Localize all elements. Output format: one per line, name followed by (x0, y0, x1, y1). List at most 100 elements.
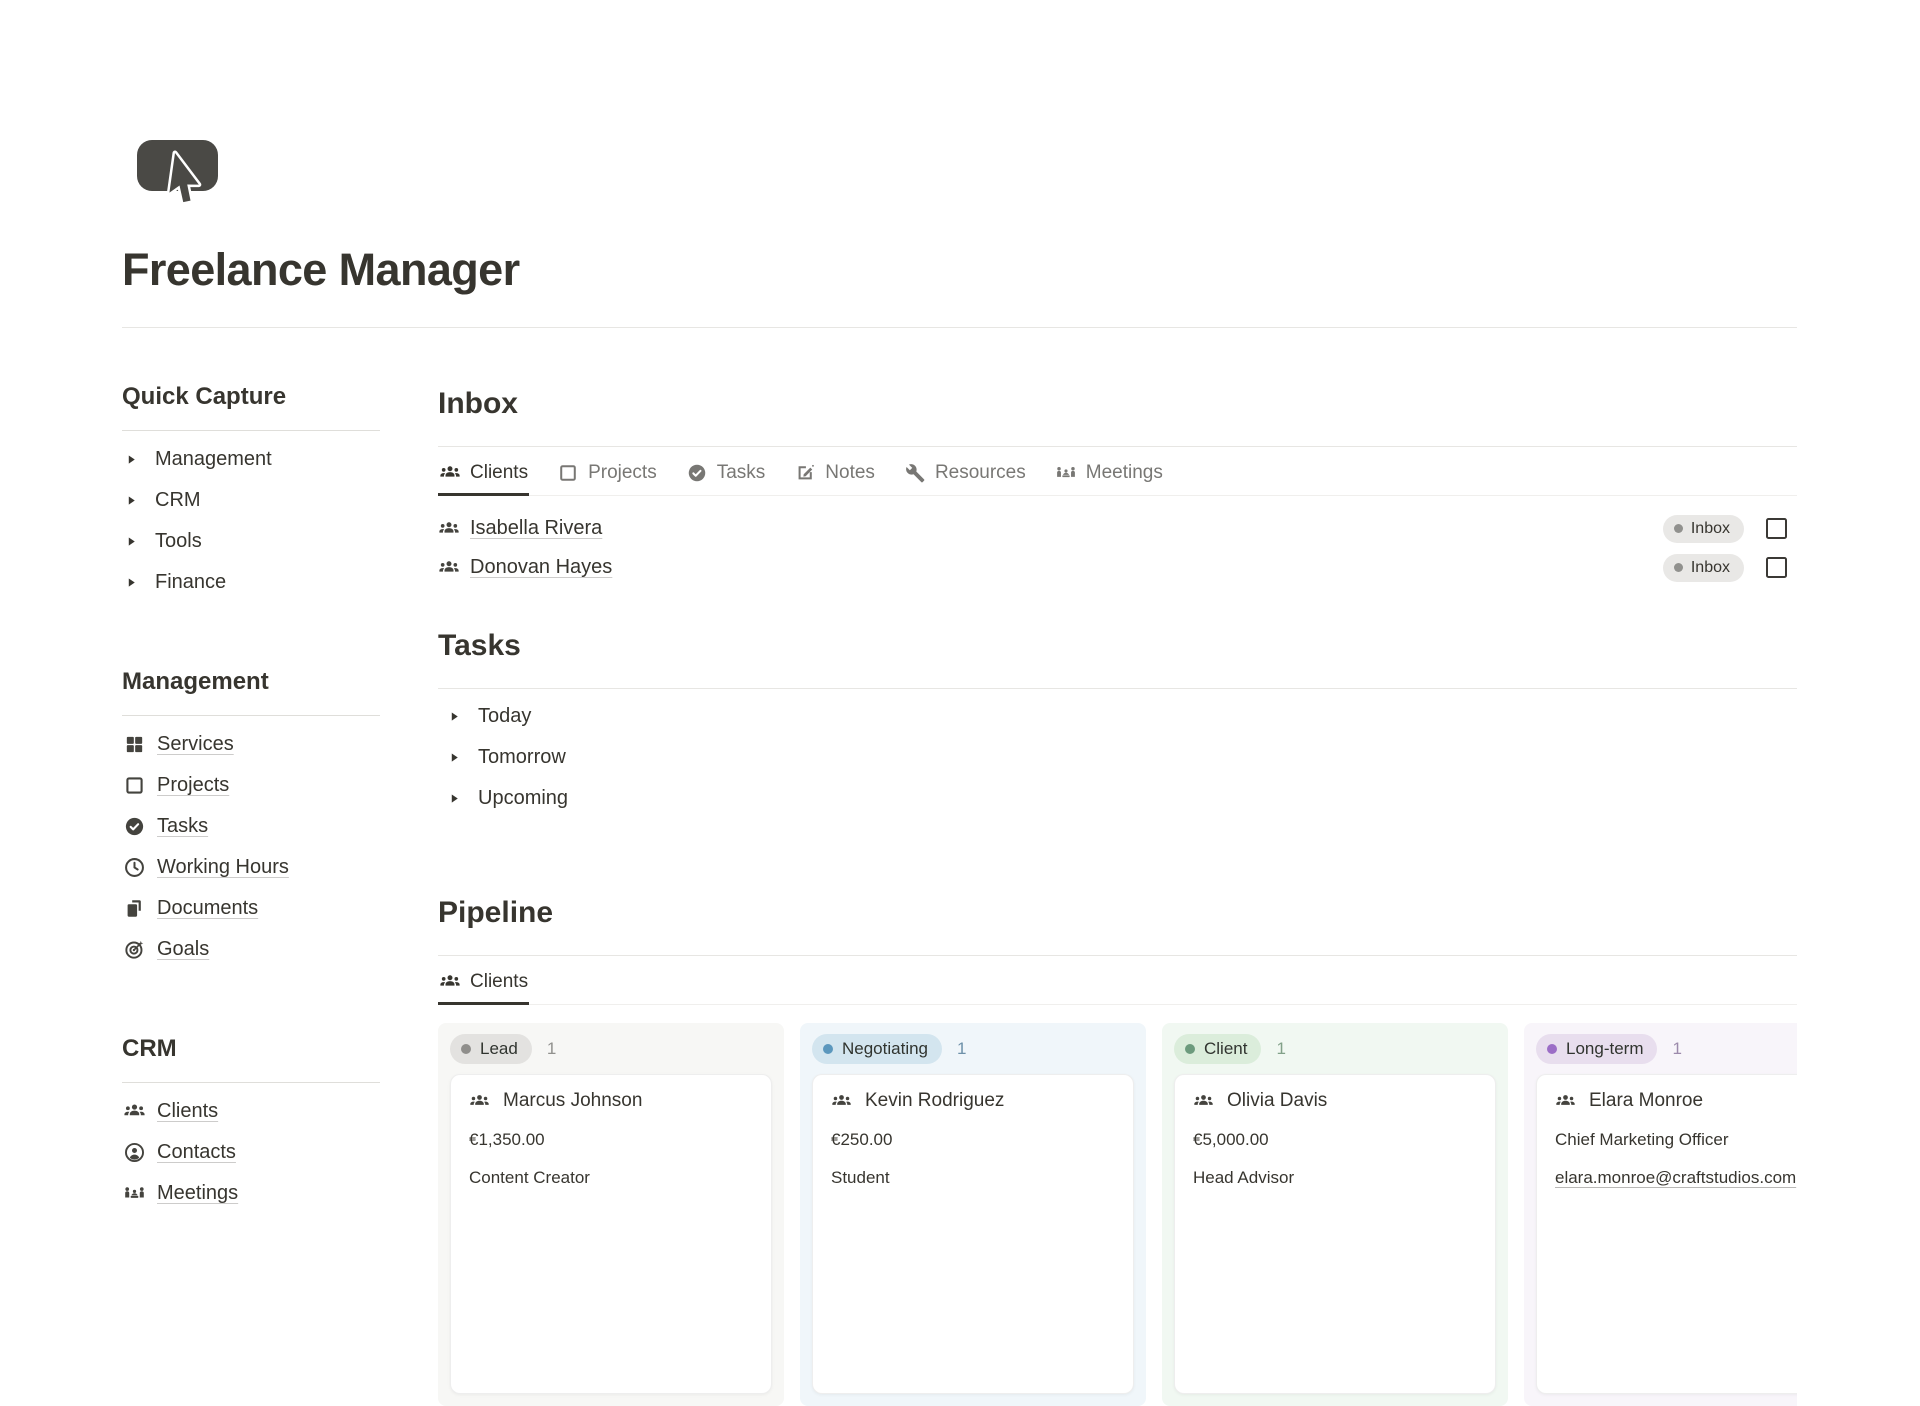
sidebar-item[interactable]: Finance (122, 562, 380, 603)
pipeline-board: Lead 1 Marcus Johnson €1,350.00Conte (438, 1023, 1797, 1406)
sidebar-section-heading: Management (122, 667, 380, 697)
sidebar-section-heading: CRM (122, 1034, 380, 1064)
people-icon (439, 971, 461, 993)
pipeline-column-header: Lead 1 (450, 1034, 772, 1064)
pipeline-card[interactable]: Marcus Johnson €1,350.00 Content Creator (450, 1074, 772, 1394)
meeting-icon (123, 1182, 146, 1205)
people-icon (438, 518, 460, 540)
card-client-name[interactable]: Olivia Davis (1227, 1089, 1327, 1113)
inbox-tab[interactable]: Notes (793, 447, 876, 496)
column-status-label: Client (1204, 1039, 1247, 1059)
people-icon (438, 557, 460, 579)
sidebar-item[interactable]: Management (122, 439, 380, 480)
sidebar-item[interactable]: Tools (122, 521, 380, 562)
card-field[interactable]: elara.monroe@craftstudios.com (1555, 1167, 1797, 1189)
people-icon (469, 1091, 490, 1112)
sidebar-item[interactable]: Documents (122, 888, 380, 929)
client-name-link[interactable]: Isabella Rivera (470, 517, 602, 540)
sidebar-item[interactable]: Contacts (122, 1132, 380, 1173)
sidebar-item[interactable]: Services (122, 724, 380, 765)
tab-label: Clients (470, 462, 528, 484)
row-checkbox[interactable] (1766, 557, 1787, 578)
tab-label: Notes (825, 462, 875, 484)
sidebar-item-label: Finance (155, 571, 226, 594)
task-group-toggle[interactable]: Today (438, 696, 1797, 737)
sidebar-item[interactable]: CRM (122, 480, 380, 521)
people-icon (1555, 1091, 1576, 1112)
sidebar-item[interactable]: Clients (122, 1091, 380, 1132)
column-status-pill: Long-term (1536, 1034, 1657, 1064)
inbox-list-row[interactable]: Donovan Hayes Inbox (438, 548, 1797, 587)
main-content: Inbox Clients Projects Tasks Notes (438, 328, 1797, 1406)
inbox-list-row[interactable]: Isabella Rivera Inbox (438, 509, 1797, 548)
page-title: Freelance Manager (122, 244, 1920, 296)
tasks-heading: Tasks (438, 628, 1797, 664)
pipeline-heading: Pipeline (438, 895, 1797, 931)
sidebar-item-label: Tasks (157, 815, 208, 838)
card-title-row[interactable]: Marcus Johnson (469, 1089, 753, 1113)
pipeline-column-header: Long-term 1 (1536, 1034, 1797, 1064)
pipeline-card[interactable]: Elara Monroe Chief Marketing Officerelar… (1536, 1074, 1797, 1394)
card-title-row[interactable]: Kevin Rodriguez (831, 1089, 1115, 1113)
cursor-click-icon[interactable] (134, 138, 222, 218)
task-group-label: Today (478, 705, 531, 728)
sidebar-item-label: CRM (155, 489, 201, 512)
pipeline-column: Client 1 Olivia Davis €5,000.00Head (1162, 1023, 1508, 1406)
sidebar-item-label: Contacts (157, 1141, 236, 1164)
pipeline-tab[interactable]: Clients (438, 956, 529, 1005)
sidebar-section-divider (122, 1082, 380, 1083)
sidebar-item[interactable]: Tasks (122, 806, 380, 847)
sidebar-section: CRM Clients Contacts Meetings (122, 1034, 380, 1214)
inbox-tab[interactable]: Meetings (1054, 447, 1164, 496)
inbox-rows: Isabella Rivera Inbox Donovan Hayes (438, 496, 1797, 587)
task-group-toggle[interactable]: Tomorrow (438, 737, 1797, 778)
pipeline-card[interactable]: Kevin Rodriguez €250.00Student (812, 1074, 1134, 1394)
row-checkbox[interactable] (1766, 518, 1787, 539)
card-field: €1,350.00 (469, 1129, 753, 1151)
card-field: Content Creator (469, 1167, 753, 1189)
pipeline-column-header: Client 1 (1174, 1034, 1496, 1064)
status-dot-icon (1547, 1044, 1557, 1054)
card-fields: €1,350.00 Content Creator (469, 1129, 753, 1189)
pipeline-column: Long-term 1 Elara Monroe Chief Marke (1524, 1023, 1797, 1406)
tab-label: Resources (935, 462, 1026, 484)
page-header: Freelance Manager (0, 0, 1920, 296)
pipeline-card[interactable]: Olivia Davis €5,000.00Head Advisor (1174, 1074, 1496, 1394)
sidebar-item-label: Meetings (157, 1182, 238, 1205)
status-tag-label: Inbox (1691, 559, 1730, 577)
wrench-icon (904, 462, 926, 484)
sidebar-items: Management CRM Tools Finance (122, 439, 380, 603)
column-status-pill: Client (1174, 1034, 1261, 1064)
client-name-link[interactable]: Donovan Hayes (470, 556, 612, 579)
inbox-tab[interactable]: Resources (903, 447, 1027, 496)
triangle-right-icon (448, 792, 461, 805)
sidebar-item[interactable]: Goals (122, 929, 380, 970)
card-client-name[interactable]: Marcus Johnson (503, 1089, 642, 1113)
card-title-row[interactable]: Elara Monroe (1555, 1089, 1797, 1113)
sidebar-item-label: Management (155, 448, 272, 471)
task-group-toggle[interactable]: Upcoming (438, 778, 1797, 819)
card-field: Student (831, 1167, 1115, 1189)
inbox-tab[interactable]: Tasks (685, 447, 767, 496)
card-client-name[interactable]: Kevin Rodriguez (865, 1089, 1004, 1113)
tab-label: Projects (588, 462, 657, 484)
status-dot-icon (1674, 524, 1683, 533)
page-content: Quick Capture Management CRM Tools (0, 328, 1920, 1406)
card-fields: Chief Marketing Officerelara.monroe@craf… (1555, 1129, 1797, 1189)
sidebar-item-label: Working Hours (157, 856, 289, 879)
status-dot-icon (823, 1044, 833, 1054)
inbox-tab[interactable]: Clients (438, 447, 529, 496)
card-field: Head Advisor (1193, 1167, 1477, 1189)
sidebar-item[interactable]: Projects (122, 765, 380, 806)
documents-icon (123, 897, 146, 920)
card-title-row[interactable]: Olivia Davis (1193, 1089, 1477, 1113)
sidebar-item[interactable]: Meetings (122, 1173, 380, 1214)
card-client-name[interactable]: Elara Monroe (1589, 1089, 1703, 1113)
sidebar-item[interactable]: Working Hours (122, 847, 380, 888)
people-icon (439, 462, 461, 484)
sidebar-section-divider (122, 715, 380, 716)
inbox-tab[interactable]: Projects (556, 447, 658, 496)
inbox-heading: Inbox (438, 386, 1797, 422)
column-status-label: Long-term (1566, 1039, 1643, 1059)
sidebar-section: Quick Capture Management CRM Tools (122, 382, 380, 603)
